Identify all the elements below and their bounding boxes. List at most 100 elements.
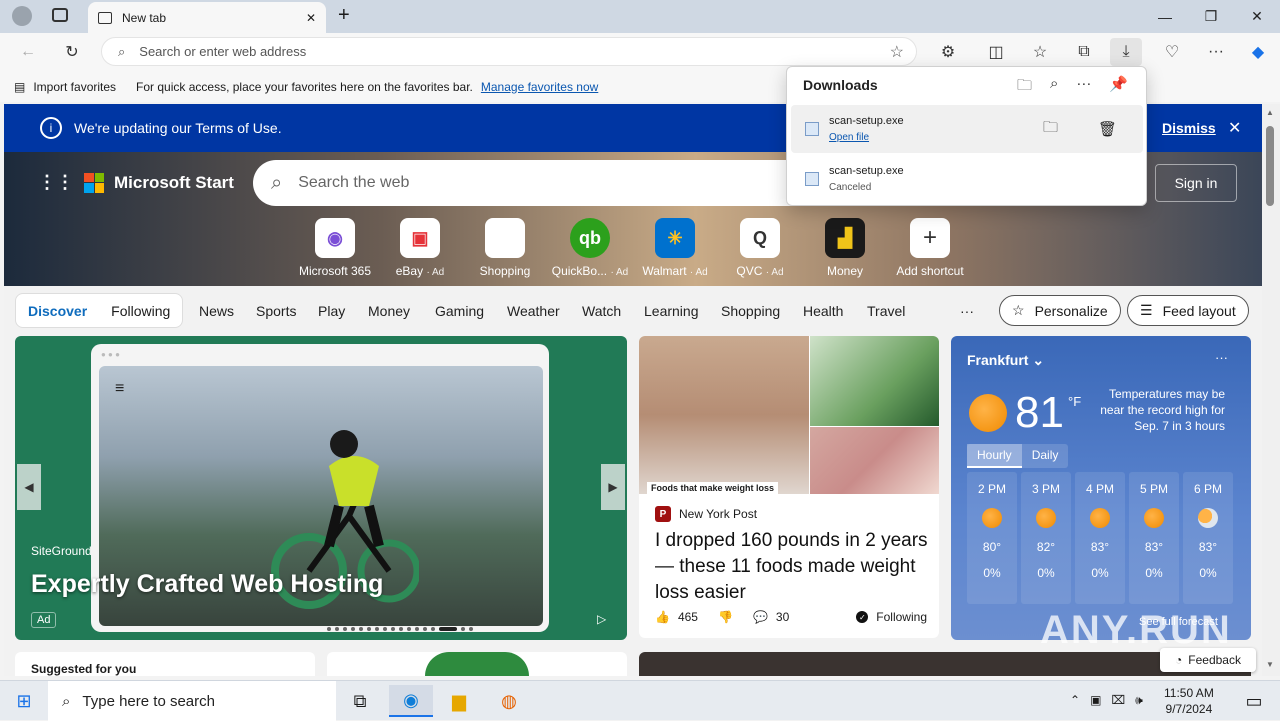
news-headline[interactable]: I dropped 160 pounds in 2 years — these … — [655, 528, 929, 606]
tab-hourly[interactable]: Hourly — [967, 444, 1022, 468]
open-file-link[interactable]: Open file — [829, 132, 869, 143]
restore-icon[interactable]: ❐ — [1188, 0, 1234, 33]
download-item[interactable]: scan-setup.exe Canceled — [791, 155, 1143, 203]
favorites-icon[interactable]: ☆ — [1024, 38, 1056, 66]
tray-app-icon[interactable]: ▣ — [1090, 693, 1101, 708]
import-favorites-button[interactable]: Import favorites — [33, 80, 116, 94]
news-card[interactable]: Foods that make weight loss P New York P… — [639, 336, 939, 638]
delete-icon[interactable]: 🗑 — [1098, 120, 1117, 138]
more-options-icon[interactable]: ··· — [1076, 75, 1091, 100]
clock[interactable]: 11:50 AM 9/7/2024 — [1164, 685, 1214, 717]
file-explorer-icon[interactable]: ▆ — [437, 685, 481, 717]
nav-more[interactable]: ··· — [960, 303, 974, 319]
personalize-button[interactable]: ☆ Personalize — [999, 295, 1121, 326]
performance-icon[interactable]: ♡ — [1156, 38, 1188, 66]
network-icon[interactable]: ⌧ — [1111, 693, 1125, 708]
nav-travel[interactable]: Travel — [867, 303, 905, 319]
nav-shopping[interactable]: Shopping — [721, 303, 780, 319]
dismiss-link[interactable]: Dismiss — [1162, 120, 1216, 136]
downloads-icon[interactable]: ⤓ — [1110, 38, 1142, 66]
tab-new-tab[interactable]: New tab ✕ — [88, 2, 326, 33]
address-bar[interactable]: ⌕ Search or enter web address ☆ — [101, 37, 917, 66]
profile-icon[interactable] — [12, 6, 32, 26]
nav-money[interactable]: Money — [368, 303, 410, 319]
nav-gaming[interactable]: Gaming — [435, 303, 484, 319]
next-arrow-icon[interactable]: ▶ — [601, 464, 625, 510]
minimize-icon[interactable]: — — [1142, 0, 1188, 33]
web-search-box[interactable]: ⌕ Search the web — [253, 160, 853, 206]
tab-discover[interactable]: Discover — [16, 303, 99, 319]
carousel-dots[interactable] — [327, 624, 487, 634]
ad-card[interactable]: ● ● ● ≡ ◀ ▶ SiteGround Expertly Crafted … — [15, 336, 627, 640]
like-icon[interactable]: 👍 — [655, 610, 670, 624]
weather-card[interactable]: Frankfurt ⌄ ··· 81 °F Temperatures may b… — [951, 336, 1251, 640]
close-banner-icon[interactable]: ✕ — [1228, 118, 1241, 138]
download-item[interactable]: scan-setup.exe Open file 🗀 🗑 — [791, 105, 1143, 153]
scroll-thumb[interactable] — [1266, 126, 1274, 206]
weather-more-icon[interactable]: ··· — [1215, 350, 1228, 365]
tab-daily[interactable]: Daily — [1022, 444, 1069, 468]
page-scrollbar[interactable]: ▲ ▼ — [1262, 104, 1280, 676]
close-tab-icon[interactable]: ✕ — [306, 11, 316, 25]
nav-watch[interactable]: Watch — [582, 303, 621, 319]
manage-favorites-link[interactable]: Manage favorites now — [481, 80, 598, 94]
extensions-icon[interactable]: ⚙ — [932, 38, 964, 66]
nav-news[interactable]: News — [199, 303, 234, 319]
nav-play[interactable]: Play — [318, 303, 345, 319]
nav-sports[interactable]: Sports — [256, 303, 296, 319]
nav-weather[interactable]: Weather — [507, 303, 560, 319]
ad-choices-icon[interactable]: ▷ — [597, 612, 606, 626]
shortcut-walmart[interactable]: ✳ Walmart · Ad — [632, 218, 718, 278]
tab-actions-icon[interactable] — [52, 8, 68, 22]
pin-icon[interactable]: 📌 — [1109, 75, 1128, 100]
edge-app-icon[interactable]: ◉ — [389, 685, 433, 717]
weather-alert[interactable]: Temperatures may be near the record high… — [1091, 386, 1225, 434]
shortcut-microsoft-365[interactable]: ◉ Microsoft 365 — [292, 218, 378, 278]
feed-card-partial[interactable] — [327, 652, 627, 676]
watermark: ANY.RUN — [1040, 608, 1232, 652]
collections-icon[interactable]: ⧉ — [1068, 38, 1100, 66]
taskbar-search[interactable]: ⌕ Type here to search — [48, 681, 336, 721]
tab-following[interactable]: Following — [99, 303, 182, 319]
following-label[interactable]: Following — [876, 610, 927, 624]
more-icon[interactable]: ··· — [1200, 38, 1232, 66]
shortcut-shopping[interactable]: ◇ Shopping — [462, 218, 548, 278]
shortcut-qvc[interactable]: Q QVC · Ad — [717, 218, 803, 278]
nav-learning[interactable]: Learning — [644, 303, 699, 319]
refresh-icon[interactable]: ↻ — [56, 38, 88, 66]
scroll-up-icon[interactable]: ▲ — [1266, 108, 1274, 117]
favorite-star-icon[interactable]: ☆ — [890, 42, 904, 62]
dislike-icon[interactable]: 👎 — [718, 610, 733, 624]
scroll-down-icon[interactable]: ▼ — [1266, 660, 1274, 669]
firefox-icon[interactable]: ◍ — [487, 685, 531, 717]
show-in-folder-icon[interactable]: 🗀 — [1043, 117, 1058, 142]
feedback-button[interactable]: ◔ Feedback — [1160, 648, 1256, 672]
shortcut-ebay[interactable]: ▣ eBay · Ad — [377, 218, 463, 278]
back-icon[interactable]: ← — [12, 38, 44, 66]
notifications-icon[interactable]: ▭ — [1232, 685, 1276, 717]
prev-arrow-icon[interactable]: ◀ — [17, 464, 41, 510]
shortcut-quickbooks[interactable]: qb QuickBo... · Ad — [547, 218, 633, 278]
new-tab-icon[interactable]: + — [338, 4, 350, 27]
ad-title[interactable]: Expertly Crafted Web Hosting — [31, 570, 383, 599]
sign-in-button[interactable]: Sign in — [1155, 164, 1237, 202]
windows-start-icon[interactable]: ⊞ — [2, 685, 46, 717]
task-view-icon[interactable]: ⧉ — [338, 685, 382, 717]
comment-icon[interactable]: 💬 — [753, 610, 768, 624]
open-folder-icon[interactable]: 🗀 — [1017, 75, 1032, 100]
news-source[interactable]: P New York Post — [655, 506, 757, 522]
search-downloads-icon[interactable]: ⌕ — [1050, 75, 1058, 100]
close-window-icon[interactable]: ✕ — [1234, 0, 1280, 33]
suggested-card[interactable]: Suggested for you — [15, 652, 315, 676]
copilot-icon[interactable]: ◆ — [1242, 38, 1274, 66]
feed-layout-button[interactable]: ☰ Feed layout — [1127, 295, 1249, 326]
split-screen-icon[interactable]: ◫ — [980, 38, 1012, 66]
weather-city[interactable]: Frankfurt ⌄ — [967, 352, 1044, 369]
tray-chevron-icon[interactable]: ⌃ — [1070, 693, 1080, 708]
add-shortcut-button[interactable]: + Add shortcut — [887, 218, 973, 278]
ms-start-logo[interactable]: ⋮⋮ Microsoft Start — [38, 172, 234, 193]
volume-icon[interactable]: 🕪 — [1135, 693, 1143, 708]
shortcut-money[interactable]: ▟ Money — [802, 218, 888, 278]
nav-health[interactable]: Health — [803, 303, 843, 319]
apps-grid-icon[interactable]: ⋮⋮ — [38, 172, 74, 193]
